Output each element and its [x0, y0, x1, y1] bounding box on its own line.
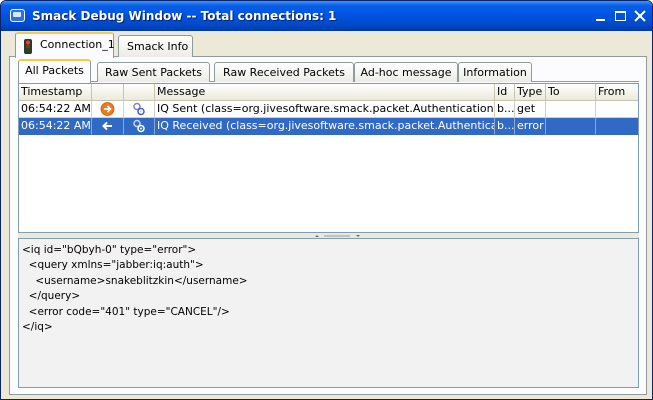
- cell-to: [546, 118, 596, 135]
- cell-from: [596, 118, 638, 135]
- maximize-icon: [615, 11, 626, 21]
- tab-ad-hoc-message[interactable]: Ad-hoc message: [354, 62, 458, 82]
- cell-type: get: [515, 101, 546, 118]
- iq-packet-icon: [133, 119, 145, 133]
- title-bar[interactable]: Smack Debug Window -- Total connections:…: [1, 1, 652, 31]
- close-button[interactable]: [631, 7, 649, 25]
- sent-arrow-icon: [100, 102, 115, 116]
- tab-connection-1-label: Connection_1: [40, 38, 115, 51]
- tab-raw-sent-packets[interactable]: Raw Sent Packets: [97, 62, 210, 82]
- minimize-button[interactable]: [592, 7, 610, 25]
- iq-packet-icon: [133, 102, 145, 116]
- packet-table[interactable]: Timestamp Message Id Type To From 06:54:…: [18, 83, 639, 233]
- cell-from: [596, 101, 638, 118]
- table-header: Timestamp Message Id Type To From: [19, 84, 638, 101]
- window-title: Smack Debug Window -- Total connections:…: [32, 9, 337, 23]
- tab-raw-received-packets[interactable]: Raw Received Packets: [214, 62, 354, 82]
- cell-timestamp: 06:54:22 AM: [19, 101, 92, 118]
- cell-direction: [92, 101, 124, 118]
- tab-connection-1[interactable]: Connection_1: [15, 32, 115, 58]
- received-arrow-icon: [102, 121, 112, 131]
- xml-line: <error code="401" type="CANCEL"/>: [22, 305, 230, 318]
- window-app-icon: [10, 9, 25, 22]
- column-header-packet-type[interactable]: [124, 84, 155, 101]
- cell-id: b...: [495, 118, 515, 135]
- cell-direction: [92, 118, 124, 135]
- column-header-type[interactable]: Type: [515, 84, 546, 101]
- column-header-message[interactable]: Message: [155, 84, 495, 101]
- cell-to: [546, 101, 596, 118]
- traffic-light-icon: [24, 39, 32, 54]
- table-row-selected[interactable]: 06:54:22 AM IQ Received (class=org.jives…: [19, 118, 638, 135]
- packet-tab-bar: All Packets Raw Sent Packets Raw Receive…: [18, 59, 639, 83]
- xml-line: </query>: [22, 290, 81, 303]
- tab-all-packets[interactable]: All Packets: [18, 59, 91, 83]
- connection-tab-bar: Connection_1 Smack Info: [9, 32, 647, 58]
- minimize-icon: [596, 19, 605, 21]
- tab-smack-info-label: Smack Info: [127, 40, 189, 53]
- tab-information[interactable]: Information: [458, 62, 532, 82]
- column-header-direction[interactable]: [92, 84, 124, 101]
- maximize-button[interactable]: [612, 7, 630, 25]
- column-header-id[interactable]: Id: [495, 84, 515, 101]
- column-header-from[interactable]: From: [596, 84, 638, 101]
- column-header-to[interactable]: To: [546, 84, 596, 101]
- table-row[interactable]: 06:54:22 AM IQ Sent (class=org.jivesoftw…: [19, 101, 638, 118]
- close-icon: [634, 10, 646, 22]
- cell-type: error: [515, 118, 546, 135]
- cell-message: IQ Received (class=org.jivesoftware.smac…: [155, 118, 495, 135]
- xml-line: <query xmlns="jabber:iq:auth">: [22, 259, 204, 272]
- cell-packet-icon: [124, 101, 155, 118]
- cell-id: b...: [495, 101, 515, 118]
- cell-message: IQ Sent (class=org.jivesoftware.smack.pa…: [155, 101, 495, 118]
- cell-packet-icon: [124, 118, 155, 135]
- tab-smack-info[interactable]: Smack Info: [118, 35, 193, 57]
- xml-line: <username>snakeblitzkin</username>: [22, 274, 248, 287]
- connection-panel: All Packets Raw Sent Packets Raw Receive…: [9, 57, 647, 395]
- xml-line: <iq id="bQbyh-0" type="error">: [22, 244, 197, 256]
- cell-timestamp: 06:54:22 AM: [19, 118, 92, 135]
- xml-line: </iq>: [22, 320, 53, 333]
- packet-xml-viewer[interactable]: <iq id="bQbyh-0" type="error"> <query xm…: [18, 238, 639, 388]
- debug-window: Smack Debug Window -- Total connections:…: [0, 0, 653, 400]
- column-header-timestamp[interactable]: Timestamp: [19, 84, 92, 101]
